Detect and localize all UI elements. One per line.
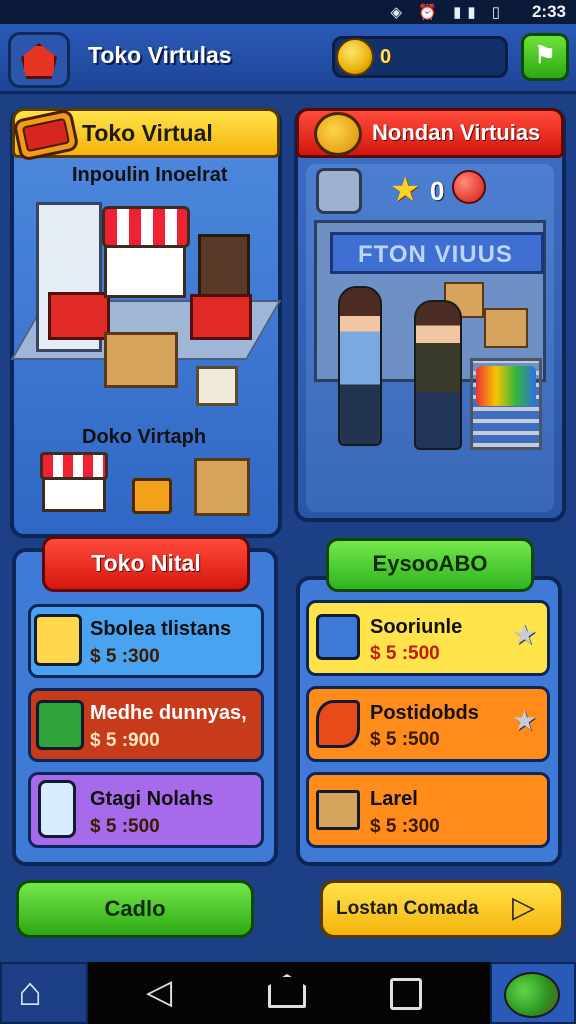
right-item-price-3: $ 5 :300 bbox=[370, 816, 440, 837]
clipboard-icon bbox=[34, 614, 82, 666]
shop-sign-text: FTON VIUUS bbox=[358, 241, 513, 268]
left-item-price-3: $ 5 :500 bbox=[90, 816, 160, 837]
left-panel-caption-bottom: Doko Virtaph bbox=[82, 426, 207, 448]
right-panel-title: Nondan Virtuias bbox=[372, 120, 541, 145]
eysooabo-button-label: EysooABO bbox=[372, 551, 488, 576]
left-panel-caption-top: Inpoulin Inoelrat bbox=[72, 164, 228, 186]
shopkeeper-woman-illustration bbox=[338, 286, 382, 446]
cart-products-illustration bbox=[476, 366, 536, 406]
right-item-price-2: $ 5 :500 bbox=[370, 729, 440, 750]
play-arrow-icon: ▷ bbox=[512, 891, 536, 924]
back-icon[interactable]: ◁ bbox=[146, 972, 172, 1012]
document-pen-icon bbox=[316, 614, 360, 660]
red-gem-icon bbox=[452, 170, 486, 204]
right-item-name-1: Sooriunle bbox=[370, 616, 463, 638]
cadlo-button-label: Cadlo bbox=[104, 896, 166, 921]
register-icon[interactable] bbox=[316, 168, 362, 214]
box-stack-illustration-2 bbox=[484, 308, 528, 348]
toko-nital-button-label: Toko Nital bbox=[91, 550, 201, 576]
product-rack-illustration bbox=[198, 234, 250, 300]
money-bag-icon bbox=[36, 700, 84, 750]
status-time: 2:33 bbox=[531, 2, 566, 21]
flag-button[interactable]: ⚑ bbox=[521, 33, 569, 81]
red-counter-illustration-2 bbox=[190, 294, 252, 340]
flag-icon: ⚑ bbox=[534, 42, 556, 69]
status-bar: ◈ ⏰ ▮▮ ▯ 2:33 bbox=[0, 0, 576, 24]
customer-man-illustration bbox=[414, 300, 462, 450]
left-item-name-1: Sbolea tlistans bbox=[90, 618, 232, 640]
merchant-badge-icon bbox=[314, 112, 362, 156]
lostan-comada-button-label: Lostan Comada bbox=[336, 898, 479, 919]
favorite-star-icon[interactable]: ★ bbox=[512, 618, 537, 651]
coin-icon bbox=[336, 38, 374, 76]
coin-balance: 0 bbox=[380, 46, 392, 68]
game-home-button[interactable] bbox=[0, 962, 88, 1024]
favorite-star-icon-2[interactable]: ★ bbox=[512, 704, 537, 737]
left-item-price-1: $ 5 :300 bbox=[90, 646, 160, 667]
boxes-icon[interactable] bbox=[194, 458, 250, 516]
house-icon bbox=[21, 43, 57, 79]
phone-icon bbox=[38, 780, 76, 838]
app-title: Toko Virtulas bbox=[88, 42, 232, 68]
mini-stall-awning bbox=[40, 452, 108, 480]
small-box-illustration bbox=[196, 366, 238, 406]
recent-apps-icon[interactable] bbox=[390, 978, 422, 1010]
status-icons: ◈ ⏰ ▮▮ ▯ bbox=[390, 4, 506, 21]
star-icon: ★ bbox=[390, 171, 421, 209]
cardboard-box-illustration bbox=[104, 332, 178, 388]
carrot-icon bbox=[316, 700, 360, 748]
left-item-name-3: Gtagi Nolahs bbox=[90, 788, 214, 810]
right-item-price-1: $ 5 :500 bbox=[370, 643, 440, 664]
left-item-name-2: Medhe dunnyas, bbox=[90, 702, 247, 724]
left-panel-title: Toko Virtual bbox=[82, 120, 213, 146]
avatar-icon bbox=[504, 972, 560, 1018]
star-count: 0 bbox=[430, 176, 445, 206]
shop-home-button[interactable] bbox=[8, 32, 70, 88]
red-counter-illustration bbox=[48, 292, 110, 340]
stall-awning-illustration bbox=[102, 206, 190, 248]
right-item-name-3: Larel bbox=[370, 788, 418, 810]
box-icon bbox=[316, 790, 360, 830]
home-icon: ⌂ bbox=[18, 970, 43, 1014]
left-item-price-2: $ 5 :900 bbox=[90, 730, 160, 751]
right-item-name-2: Postidobds bbox=[370, 702, 479, 724]
mini-cart-icon[interactable] bbox=[132, 478, 172, 514]
